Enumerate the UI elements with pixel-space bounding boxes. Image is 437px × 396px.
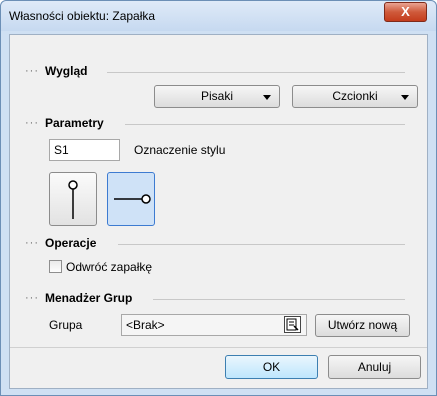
section-dots-icon: ··· [25, 117, 39, 129]
ok-label: OK [262, 360, 281, 374]
dialog-window: Własności obiektu: Zapałka X ··· Wygląd … [0, 0, 437, 396]
section-menadzer: ··· Menadżer Grup [25, 291, 405, 306]
group-field: <Brak> [121, 314, 307, 336]
group-value: <Brak> [126, 318, 165, 332]
cancel-label: Anuluj [357, 360, 392, 374]
option-horizontal-button[interactable] [107, 172, 155, 226]
section-title-operacje: Operacje [45, 236, 97, 250]
footer-divider [10, 347, 427, 348]
pisaki-label: Pisaki [200, 89, 233, 103]
czcionki-dropdown[interactable]: Czcionki [292, 85, 418, 108]
close-button[interactable]: X [384, 2, 427, 22]
section-dots-icon: ··· [25, 292, 39, 304]
create-group-label: Utwórz nową [327, 318, 398, 332]
reverse-match-label[interactable]: Odwróć zapałkę [66, 260, 152, 274]
section-divider [118, 244, 405, 245]
window-title: Własności obiektu: Zapałka [9, 9, 156, 23]
section-divider [125, 124, 405, 125]
match-horizontal-icon [114, 194, 151, 204]
cancel-button[interactable]: Anuluj [328, 355, 421, 379]
section-divider [107, 72, 405, 73]
style-caption: Oznaczenie stylu [134, 143, 226, 157]
section-divider [153, 299, 405, 300]
section-operacje: ··· Operacje [25, 236, 405, 251]
czcionki-label: Czcionki [332, 89, 378, 103]
title-bar[interactable]: Własności obiektu: Zapałka X [1, 1, 436, 31]
section-dots-icon: ··· [25, 65, 39, 77]
group-pick-button[interactable] [284, 316, 301, 333]
section-wyglad: ··· Wygląd [25, 64, 405, 79]
section-parametry: ··· Parametry [25, 116, 405, 131]
create-group-button[interactable]: Utwórz nową [315, 314, 410, 337]
section-title-menadzer: Menadżer Grup [45, 291, 133, 305]
style-code-input[interactable]: S1 [49, 139, 120, 161]
chevron-down-icon [263, 95, 271, 100]
ok-button[interactable]: OK [225, 355, 318, 379]
match-vertical-icon [68, 180, 78, 219]
close-icon: X [401, 4, 410, 19]
option-vertical-button[interactable] [49, 172, 97, 226]
document-pick-icon [286, 318, 299, 331]
reverse-match-checkbox[interactable] [49, 260, 62, 273]
section-title-parametry: Parametry [45, 116, 104, 130]
pisaki-dropdown[interactable]: Pisaki [154, 85, 280, 108]
chevron-down-icon [401, 95, 409, 100]
section-dots-icon: ··· [25, 237, 39, 249]
section-title-wyglad: Wygląd [45, 64, 88, 78]
group-label: Grupa [49, 318, 83, 332]
dialog-body: ··· Wygląd Pisaki Czcionki ··· Parametry… [9, 34, 428, 389]
